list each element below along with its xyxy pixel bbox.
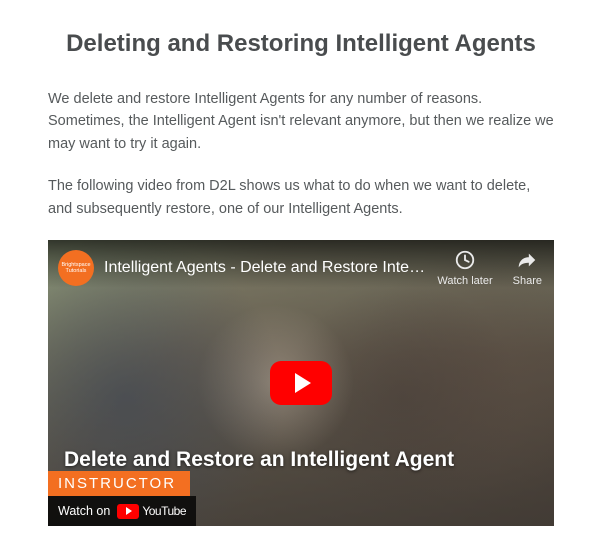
video-embed[interactable]: Brightspace Tutorials Intelligent Agents…: [48, 240, 554, 526]
intro-paragraph: We delete and restore Intelligent Agents…: [48, 88, 554, 155]
play-button[interactable]: [270, 361, 332, 405]
video-caption-overlay: Delete and Restore an Intelligent Agent: [64, 448, 454, 472]
second-paragraph: The following video from D2L shows us wh…: [48, 175, 554, 220]
page-title: Deleting and Restoring Intelligent Agent…: [48, 30, 554, 58]
youtube-icon: [117, 504, 139, 519]
video-top-controls: Watch later Share: [437, 249, 542, 287]
youtube-logo: YouTube: [117, 504, 186, 519]
watch-later-label: Watch later: [437, 275, 492, 287]
watch-on-youtube-button[interactable]: Watch on YouTube: [48, 496, 196, 526]
channel-avatar[interactable]: Brightspace Tutorials: [58, 250, 94, 286]
video-topbar: Brightspace Tutorials Intelligent Agents…: [48, 240, 554, 288]
share-icon: [516, 249, 538, 271]
video-title[interactable]: Intelligent Agents - Delete and Restore …: [104, 259, 427, 277]
share-button[interactable]: Share: [513, 249, 542, 287]
watch-on-label: Watch on: [58, 504, 110, 518]
share-label: Share: [513, 275, 542, 287]
play-icon: [295, 373, 311, 393]
clock-icon: [454, 249, 476, 271]
youtube-wordmark: YouTube: [142, 504, 186, 518]
channel-avatar-label: Brightspace Tutorials: [58, 262, 94, 274]
page-container: Deleting and Restoring Intelligent Agent…: [0, 0, 602, 546]
instructor-badge: INSTRUCTOR: [48, 471, 190, 496]
watch-later-button[interactable]: Watch later: [437, 249, 492, 287]
